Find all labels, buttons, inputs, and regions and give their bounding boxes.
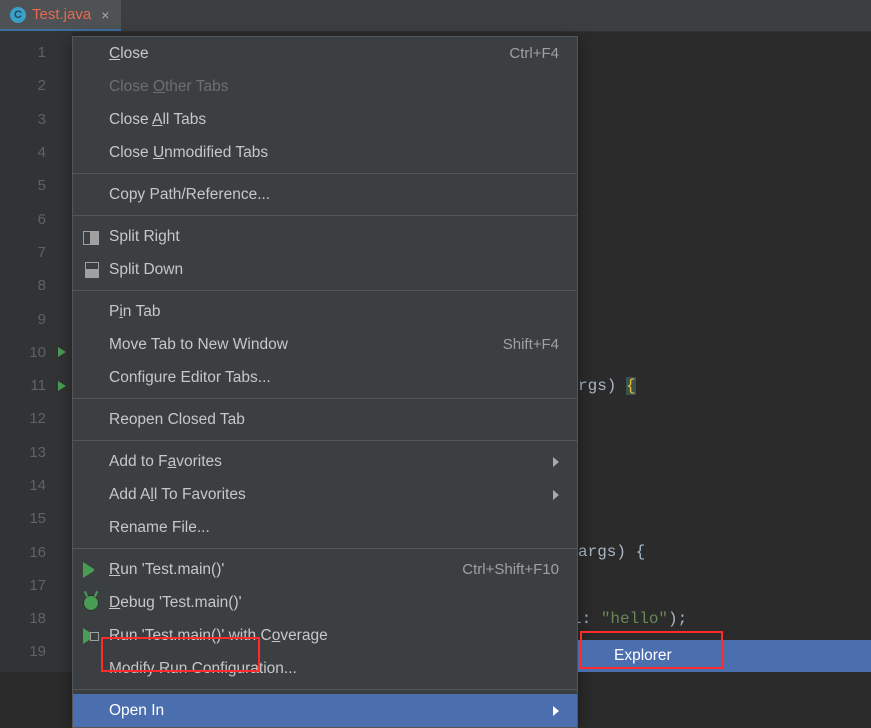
line-number: 16 bbox=[0, 535, 72, 568]
run-gutter-icon[interactable] bbox=[58, 381, 66, 391]
line-number: 3 bbox=[0, 103, 72, 136]
menu-separator bbox=[73, 689, 577, 690]
annotation-box bbox=[101, 637, 260, 672]
shortcut-label: Ctrl+Shift+F10 bbox=[462, 561, 559, 578]
menu-rename-file[interactable]: Rename File... bbox=[73, 511, 577, 544]
annotation-box bbox=[580, 631, 723, 669]
menu-close-all[interactable]: Close All Tabs bbox=[73, 103, 577, 136]
tab-bar: C Test.java × bbox=[0, 0, 871, 32]
menu-open-in[interactable]: Open In bbox=[73, 694, 577, 727]
menu-close-other: Close Other Tabs bbox=[73, 70, 577, 103]
line-number: 18 bbox=[0, 602, 72, 635]
menu-configure-tabs[interactable]: Configure Editor Tabs... bbox=[73, 361, 577, 394]
chevron-right-icon bbox=[553, 706, 559, 716]
gutter: 1 2 3 4 5 6 7 8 9 10 11 12 13 14 15 16 1… bbox=[0, 32, 72, 672]
menu-split-right[interactable]: Split Right bbox=[73, 220, 577, 253]
menu-split-down[interactable]: Split Down bbox=[73, 253, 577, 286]
line-number: 14 bbox=[0, 469, 72, 502]
editor-tab[interactable]: C Test.java × bbox=[0, 0, 121, 31]
run-gutter-icon[interactable] bbox=[58, 347, 66, 357]
menu-separator bbox=[73, 398, 577, 399]
code-text: { bbox=[626, 377, 636, 395]
menu-add-all-favorites[interactable]: Add All To Favorites bbox=[73, 478, 577, 511]
code-text: ); bbox=[668, 610, 687, 628]
tab-filename: Test.java bbox=[32, 6, 91, 23]
line-number: 13 bbox=[0, 436, 72, 469]
chevron-right-icon bbox=[553, 490, 559, 500]
code-text: "hello" bbox=[601, 610, 668, 628]
menu-move-new-window[interactable]: Move Tab to New WindowShift+F4 bbox=[73, 328, 577, 361]
line-number: 9 bbox=[0, 302, 72, 335]
coverage-icon bbox=[83, 628, 99, 644]
line-number: 8 bbox=[0, 269, 72, 302]
menu-close[interactable]: CloseCtrl+F4 bbox=[73, 37, 577, 70]
line-number: 10 bbox=[0, 336, 72, 369]
shortcut-label: Shift+F4 bbox=[503, 336, 559, 353]
menu-reopen-closed[interactable]: Reopen Closed Tab bbox=[73, 403, 577, 436]
menu-separator bbox=[73, 173, 577, 174]
java-class-icon: C bbox=[10, 7, 26, 23]
line-number: 19 bbox=[0, 635, 72, 668]
shortcut-label: Ctrl+F4 bbox=[509, 45, 559, 62]
menu-separator bbox=[73, 290, 577, 291]
menu-close-unmodified[interactable]: Close Unmodified Tabs bbox=[73, 136, 577, 169]
menu-separator bbox=[73, 440, 577, 441]
tab-context-menu: CloseCtrl+F4 Close Other Tabs Close All … bbox=[72, 36, 578, 728]
menu-pin-tab[interactable]: Pin Tab bbox=[73, 295, 577, 328]
debug-icon bbox=[83, 595, 99, 611]
line-number: 11 bbox=[0, 369, 72, 402]
run-icon bbox=[83, 562, 99, 578]
line-number: 4 bbox=[0, 136, 72, 169]
line-number: 6 bbox=[0, 202, 72, 235]
line-number: 2 bbox=[0, 69, 72, 102]
split-right-icon bbox=[83, 229, 99, 245]
line-number: 7 bbox=[0, 236, 72, 269]
menu-copy-path[interactable]: Copy Path/Reference... bbox=[73, 178, 577, 211]
menu-run[interactable]: Run 'Test.main()'Ctrl+Shift+F10 bbox=[73, 553, 577, 586]
split-down-icon bbox=[83, 262, 99, 278]
menu-separator bbox=[73, 215, 577, 216]
line-number: 17 bbox=[0, 569, 72, 602]
menu-debug[interactable]: Debug 'Test.main()' bbox=[73, 586, 577, 619]
line-number: 1 bbox=[0, 36, 72, 69]
close-tab-icon[interactable]: × bbox=[101, 7, 109, 23]
line-number: 12 bbox=[0, 402, 72, 435]
menu-add-favorites[interactable]: Add to Favorites bbox=[73, 445, 577, 478]
menu-separator bbox=[73, 548, 577, 549]
line-number: 5 bbox=[0, 169, 72, 202]
line-number: 15 bbox=[0, 502, 72, 535]
chevron-right-icon bbox=[553, 457, 559, 467]
